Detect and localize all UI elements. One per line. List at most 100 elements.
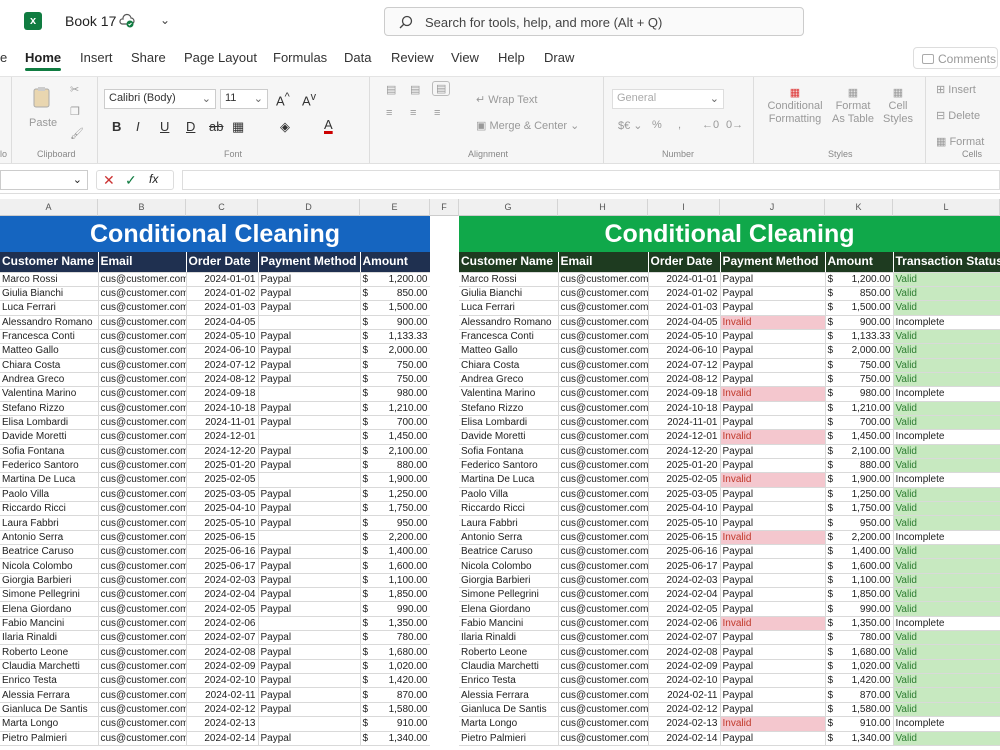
email-cell[interactable]: cus@customer.com	[98, 501, 187, 517]
customer-name-cell[interactable]: Enrico Testa	[459, 673, 559, 689]
transaction-status-cell[interactable]: Valid	[893, 415, 1000, 431]
customer-name-cell[interactable]: Chiara Costa	[0, 358, 99, 373]
email-cell[interactable]: cus@customer.com	[98, 731, 187, 746]
transaction-status-cell[interactable]: Valid	[893, 601, 1000, 617]
email-cell[interactable]: cus@customer.com	[98, 587, 187, 603]
email-cell[interactable]: cus@customer.com	[98, 272, 187, 287]
email-cell[interactable]: cus@customer.com	[558, 659, 649, 675]
copy-icon[interactable]: ❐	[70, 105, 80, 118]
customer-name-cell[interactable]: Martina De Luca	[459, 472, 559, 488]
amount-cell[interactable]: $910.00	[825, 716, 894, 732]
amount-cell[interactable]: $1,100.00	[825, 573, 894, 589]
transaction-status-cell[interactable]: Valid	[893, 458, 1000, 474]
payment-method-cell[interactable]: Paypal	[258, 659, 361, 675]
email-cell[interactable]: cus@customer.com	[98, 630, 187, 646]
order-date-cell[interactable]: 2024-02-14	[186, 731, 259, 746]
order-date-cell[interactable]: 2024-02-10	[648, 673, 721, 689]
order-date-cell[interactable]: 2025-06-17	[648, 558, 721, 574]
cell-styles-button[interactable]: ▦ Cell Styles	[878, 87, 918, 126]
increase-decimal-icon[interactable]: ←0	[702, 119, 719, 131]
order-date-cell[interactable]: 2024-10-18	[186, 401, 259, 416]
amount-cell[interactable]: $1,020.00	[825, 659, 894, 675]
order-date-cell[interactable]: 2025-06-16	[648, 544, 721, 560]
email-cell[interactable]: cus@customer.com	[558, 530, 649, 546]
payment-method-cell[interactable]: Paypal	[720, 343, 826, 359]
payment-method-cell[interactable]	[258, 429, 361, 445]
cut-icon[interactable]: ✂	[70, 83, 79, 96]
customer-name-cell[interactable]: Sofia Fontana	[0, 444, 99, 459]
customer-name-cell[interactable]: Fabio Mancini	[459, 616, 559, 632]
amount-cell[interactable]: $1,900.00	[360, 472, 431, 488]
order-date-cell[interactable]: 2024-05-10	[648, 329, 721, 345]
payment-method-cell[interactable]: Paypal	[258, 731, 361, 746]
order-date-cell[interactable]: 2024-01-02	[186, 286, 259, 302]
order-date-cell[interactable]: 2024-02-09	[186, 659, 259, 675]
payment-method-cell[interactable]	[258, 386, 361, 402]
payment-method-cell[interactable]: Invalid	[720, 530, 826, 546]
amount-cell[interactable]: $780.00	[360, 630, 431, 646]
col-header-h[interactable]: H	[558, 199, 648, 216]
email-cell[interactable]: cus@customer.com	[98, 601, 187, 617]
email-cell[interactable]: cus@customer.com	[558, 358, 649, 373]
customer-name-cell[interactable]: Gianluca De Santis	[0, 702, 99, 718]
transaction-status-cell[interactable]: Valid	[893, 544, 1000, 560]
customer-name-cell[interactable]: Ilaria Rinaldi	[0, 630, 99, 646]
email-cell[interactable]: cus@customer.com	[98, 401, 187, 416]
amount-cell[interactable]: $950.00	[360, 515, 431, 531]
delete-cells-button[interactable]: ⊟ Delete	[936, 109, 980, 122]
amount-cell[interactable]: $1,500.00	[360, 300, 431, 316]
customer-name-cell[interactable]: Paolo Villa	[459, 487, 559, 503]
email-cell[interactable]: cus@customer.com	[558, 501, 649, 517]
order-date-cell[interactable]: 2025-04-10	[648, 501, 721, 517]
tab-view[interactable]: View	[451, 50, 479, 65]
order-date-cell[interactable]: 2024-02-07	[186, 630, 259, 646]
tab-formulas[interactable]: Formulas	[273, 50, 327, 65]
align-middle-icon[interactable]: ▤	[410, 83, 420, 96]
amount-cell[interactable]: $750.00	[825, 372, 894, 388]
comma-icon[interactable]: ,	[678, 119, 681, 131]
email-cell[interactable]: cus@customer.com	[98, 286, 187, 302]
amount-cell[interactable]: $2,200.00	[825, 530, 894, 546]
email-cell[interactable]: cus@customer.com	[98, 702, 187, 718]
order-date-cell[interactable]: 2024-12-01	[186, 429, 259, 445]
customer-name-cell[interactable]: Matteo Gallo	[459, 343, 559, 359]
payment-method-cell[interactable]: Paypal	[258, 673, 361, 689]
transaction-status-cell[interactable]: Valid	[893, 272, 1000, 287]
customer-name-cell[interactable]: Claudia Marchetti	[459, 659, 559, 675]
order-date-cell[interactable]: 2024-02-12	[648, 702, 721, 718]
col-header-l[interactable]: L	[893, 199, 1000, 216]
payment-method-cell[interactable]: Paypal	[258, 415, 361, 431]
customer-name-cell[interactable]: Simone Pellegrini	[459, 587, 559, 603]
amount-cell[interactable]: $1,350.00	[360, 616, 431, 632]
order-date-cell[interactable]: 2024-02-05	[648, 601, 721, 617]
strikethrough-icon[interactable]: ab	[209, 119, 223, 134]
transaction-status-cell[interactable]: Incomplete	[893, 716, 1000, 732]
order-date-cell[interactable]: 2024-02-14	[648, 731, 721, 746]
order-date-cell[interactable]: 2024-02-13	[648, 716, 721, 732]
amount-cell[interactable]: $900.00	[360, 315, 431, 330]
order-date-cell[interactable]: 2024-12-20	[186, 444, 259, 459]
amount-cell[interactable]: $750.00	[360, 372, 431, 388]
transaction-status-cell[interactable]: Valid	[893, 702, 1000, 718]
payment-method-cell[interactable]: Paypal	[720, 487, 826, 503]
transaction-status-cell[interactable]: Valid	[893, 343, 1000, 359]
email-cell[interactable]: cus@customer.com	[558, 272, 649, 287]
amount-cell[interactable]: $1,580.00	[360, 702, 431, 718]
col-header-i[interactable]: I	[648, 199, 720, 216]
email-cell[interactable]: cus@customer.com	[98, 644, 187, 660]
order-date-cell[interactable]: 2024-07-12	[648, 358, 721, 373]
customer-name-cell[interactable]: Francesca Conti	[459, 329, 559, 345]
order-date-cell[interactable]: 2024-09-18	[648, 386, 721, 402]
tab-home[interactable]: Home	[25, 50, 62, 71]
transaction-status-cell[interactable]: Valid	[893, 300, 1000, 316]
col-header-f[interactable]: F	[430, 199, 459, 216]
transaction-status-cell[interactable]: Incomplete	[893, 315, 1000, 330]
amount-cell[interactable]: $1,020.00	[360, 659, 431, 675]
customer-name-cell[interactable]: Roberto Leone	[0, 644, 99, 660]
customer-name-cell[interactable]: Giulia Bianchi	[459, 286, 559, 302]
order-date-cell[interactable]: 2024-02-09	[648, 659, 721, 675]
customer-name-cell[interactable]: Martina De Luca	[0, 472, 99, 488]
email-cell[interactable]: cus@customer.com	[558, 329, 649, 345]
customer-name-cell[interactable]: Beatrice Caruso	[459, 544, 559, 560]
order-date-cell[interactable]: 2024-02-12	[186, 702, 259, 718]
